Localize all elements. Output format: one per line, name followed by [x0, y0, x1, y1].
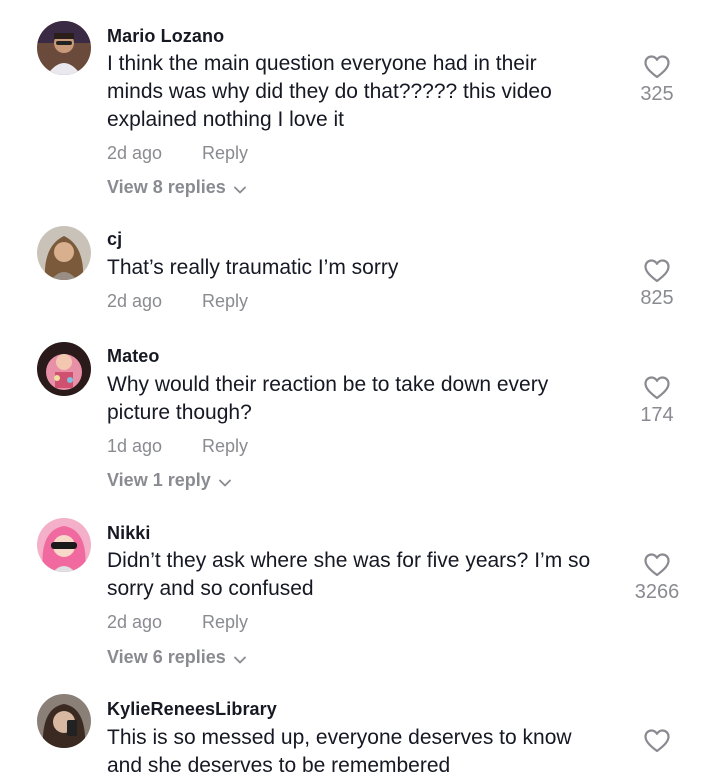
like-button[interactable]: 3266	[617, 553, 697, 604]
comment-meta: 2d ago Reply	[107, 291, 248, 312]
view-replies-label: View 1 reply	[107, 470, 211, 490]
like-button[interactable]	[617, 729, 697, 753]
view-replies-button[interactable]: View 8 replies	[107, 177, 246, 199]
reply-button[interactable]: Reply	[202, 612, 248, 633]
comment-username[interactable]: cj	[107, 229, 122, 250]
like-count: 825	[640, 287, 674, 309]
comment-text: I think the main question everyone had i…	[107, 52, 552, 131]
reply-button[interactable]: Reply	[202, 436, 248, 457]
view-replies-label: View 6 replies	[107, 647, 226, 667]
comment-username[interactable]: KylieReneesLibrary	[107, 699, 277, 720]
comment-text: This is so messed up, everyone deserves …	[107, 726, 572, 777]
heart-outline-icon[interactable]	[644, 553, 670, 577]
heart-outline-icon[interactable]	[644, 259, 670, 283]
view-replies-label: View 8 replies	[107, 177, 226, 197]
chevron-down-icon	[233, 648, 246, 669]
reply-button[interactable]: Reply	[202, 291, 248, 312]
chevron-down-icon	[233, 178, 246, 199]
view-replies-button[interactable]: View 1 reply	[107, 470, 231, 492]
comment-date: 2d ago	[107, 612, 163, 632]
like-button[interactable]: 325	[617, 55, 697, 106]
like-count: 3266	[634, 581, 680, 603]
comment-meta: 2d ago Reply	[107, 143, 248, 164]
like-count: 174	[640, 404, 674, 426]
avatar[interactable]	[37, 694, 91, 748]
avatar[interactable]	[37, 226, 91, 280]
comment-text: That’s really traumatic I’m sorry	[107, 256, 399, 279]
like-button[interactable]: 825	[617, 259, 697, 310]
view-replies-button[interactable]: View 6 replies	[107, 647, 246, 669]
comment-username[interactable]: Mario Lozano	[107, 26, 224, 47]
comment-username[interactable]: Nikki	[107, 523, 151, 544]
like-count: 325	[640, 83, 674, 105]
comment-date: 2d ago	[107, 143, 163, 163]
comment-date: 2d ago	[107, 291, 163, 311]
comment-username[interactable]: Mateo	[107, 346, 160, 367]
avatar[interactable]	[37, 342, 91, 396]
comment-date: 1d ago	[107, 436, 163, 456]
heart-outline-icon[interactable]	[644, 376, 670, 400]
comment-meta: 1d ago Reply	[107, 436, 248, 457]
heart-outline-icon[interactable]	[644, 729, 670, 753]
comment-text: Why would their reaction be to take down…	[107, 373, 549, 424]
chevron-down-icon	[218, 471, 231, 492]
reply-button[interactable]: Reply	[202, 143, 248, 164]
like-button[interactable]: 174	[617, 376, 697, 427]
comment-text: Didn’t they ask where she was for five y…	[107, 549, 591, 600]
heart-outline-icon[interactable]	[644, 55, 670, 79]
avatar[interactable]	[37, 518, 91, 572]
comment-meta: 2d ago Reply	[107, 612, 248, 633]
avatar[interactable]	[37, 21, 91, 75]
